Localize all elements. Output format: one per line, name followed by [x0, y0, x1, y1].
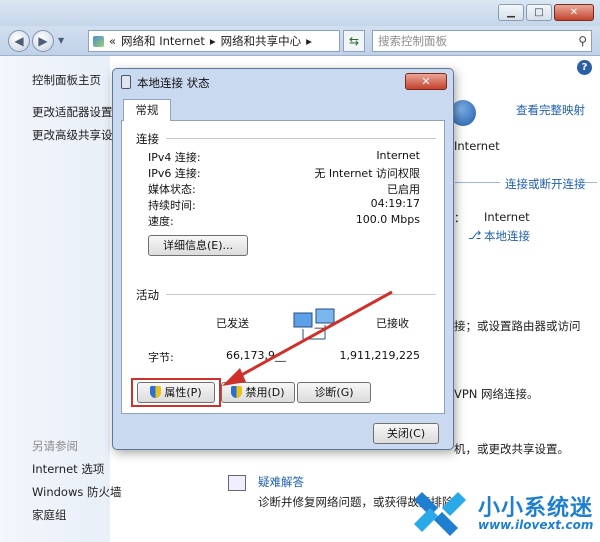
media-state-label: 媒体状态:	[148, 183, 196, 196]
group-divider	[166, 294, 436, 295]
group-divider	[166, 138, 436, 139]
address-field[interactable]: « 网络和 Internet ▸ 网络和共享中心 ▸	[88, 30, 340, 52]
details-button[interactable]: 详细信息(E)...	[148, 235, 248, 256]
nav-homegroup[interactable]: 家庭组	[32, 507, 67, 523]
address-toolbar: ◀ ▶ ▼ « 网络和 Internet ▸ 网络和共享中心 ▸ ⇆ 搜索控制面…	[0, 26, 600, 56]
troubleshoot-icon	[228, 475, 246, 491]
ipv4-value: Internet	[376, 149, 420, 162]
disable-button-label: 禁用(D)	[245, 386, 285, 399]
dialog-close-button[interactable]: ✕	[405, 73, 447, 90]
refresh-icon[interactable]: ⇆	[343, 30, 365, 52]
local-connection-status-dialog: 本地连接 状态 ✕ 常规 连接 IPv4 连接: Internet IPv6 连…	[112, 68, 454, 450]
search-placeholder: 搜索控制面板	[378, 34, 447, 48]
breadcrumb-separator-icon: ▸	[209, 34, 216, 48]
ipv6-value: 无 Internet 访问权限	[314, 167, 420, 180]
watermark-logo-icon	[414, 492, 466, 536]
duration-value: 04:19:17	[370, 197, 420, 210]
nav-change-adapter-settings[interactable]: 更改适配器设置	[32, 104, 113, 120]
section-divider	[455, 182, 500, 183]
properties-button-label: 属性(P)	[164, 386, 202, 399]
speed-label: 速度:	[148, 215, 174, 228]
back-arrow-icon[interactable]: ◀	[8, 30, 30, 52]
bytes-sent-value: 66,173,9__	[226, 349, 286, 362]
network-activity-icon	[293, 308, 335, 340]
nav-change-advanced-sharing[interactable]: 更改高级共享设	[32, 127, 113, 143]
connect-disconnect-link[interactable]: 连接或断开连接	[505, 176, 586, 192]
vpn-text: VPN 网络连接。	[454, 387, 539, 401]
bytes-received-value: 1,911,219,225	[339, 349, 420, 362]
setup-router-text: 接；或设置路由器或访问	[454, 319, 581, 333]
tab-general[interactable]: 常规	[123, 99, 171, 121]
see-also-title: 另请参阅	[32, 439, 78, 453]
bytes-label: 字节:	[148, 351, 174, 364]
view-full-map-link[interactable]: 查看完整映射	[516, 102, 585, 118]
uac-shield-icon	[150, 386, 162, 398]
control-panel-icon	[93, 35, 104, 47]
nav-windows-firewall[interactable]: Windows 防火墙	[32, 484, 122, 500]
breadcrumb-sharing-center[interactable]: 网络和共享中心	[221, 33, 302, 49]
troubleshoot-link[interactable]: 疑难解答	[258, 474, 304, 490]
access-type-colon: ：	[454, 211, 466, 225]
help-icon[interactable]: ?	[577, 60, 592, 75]
duration-label: 持续时间:	[148, 199, 196, 212]
internet-node-label: Internet	[454, 139, 500, 153]
maximize-button[interactable]: □	[526, 4, 552, 21]
access-type-value: Internet	[484, 210, 530, 224]
nav-internet-options[interactable]: Internet 选项	[32, 461, 104, 477]
adapter-icon: ⎇	[468, 228, 482, 242]
close-window-button[interactable]: ✕	[554, 4, 594, 21]
window-controls: ▁ □ ✕	[498, 4, 594, 21]
close-button[interactable]: 关闭(C)	[373, 423, 439, 444]
activity-group-label: 活动	[136, 288, 159, 302]
disable-button[interactable]: 禁用(D)	[221, 382, 295, 403]
search-icon[interactable]: ⚲	[578, 31, 587, 51]
speed-value: 100.0 Mbps	[355, 213, 420, 226]
breadcrumb-network-internet[interactable]: 网络和 Internet	[121, 33, 205, 49]
forward-arrow-icon[interactable]: ▶	[32, 30, 54, 52]
window-titlebar: ▁ □ ✕	[0, 0, 600, 26]
minimize-button[interactable]: ▁	[498, 4, 524, 21]
received-label: 已接收	[376, 317, 409, 330]
dialog-titlebar[interactable]: 本地连接 状态 ✕	[113, 69, 453, 95]
connection-group-label: 连接	[136, 132, 159, 146]
uac-shield-icon	[231, 386, 243, 398]
breadcrumb-prefix[interactable]: «	[109, 34, 116, 48]
history-dropdown-icon[interactable]: ▼	[58, 36, 64, 45]
general-panel: 连接 IPv4 连接: Internet IPv6 连接: 无 Internet…	[121, 120, 445, 414]
properties-button[interactable]: 属性(P)	[137, 382, 215, 403]
nav-control-panel-home[interactable]: 控制面板主页	[32, 72, 101, 88]
local-connection-link[interactable]: 本地连接	[484, 228, 530, 244]
sent-label: 已发送	[216, 317, 249, 330]
ipv4-label: IPv4 连接:	[148, 151, 201, 164]
diagnose-button[interactable]: 诊断(G)	[297, 382, 371, 403]
dialog-title: 本地连接 状态	[137, 76, 210, 90]
section-divider	[585, 182, 597, 183]
ipv6-label: IPv6 连接:	[148, 167, 201, 180]
breadcrumb-separator-icon: ▸	[306, 34, 312, 48]
watermark-url: www.ilovext.com	[478, 518, 594, 532]
sharing-text: 机，或更改共享设置。	[454, 442, 569, 456]
search-input[interactable]: 搜索控制面板 ⚲	[372, 30, 592, 52]
network-adapter-icon	[121, 75, 131, 89]
media-state-value: 已启用	[387, 183, 420, 196]
